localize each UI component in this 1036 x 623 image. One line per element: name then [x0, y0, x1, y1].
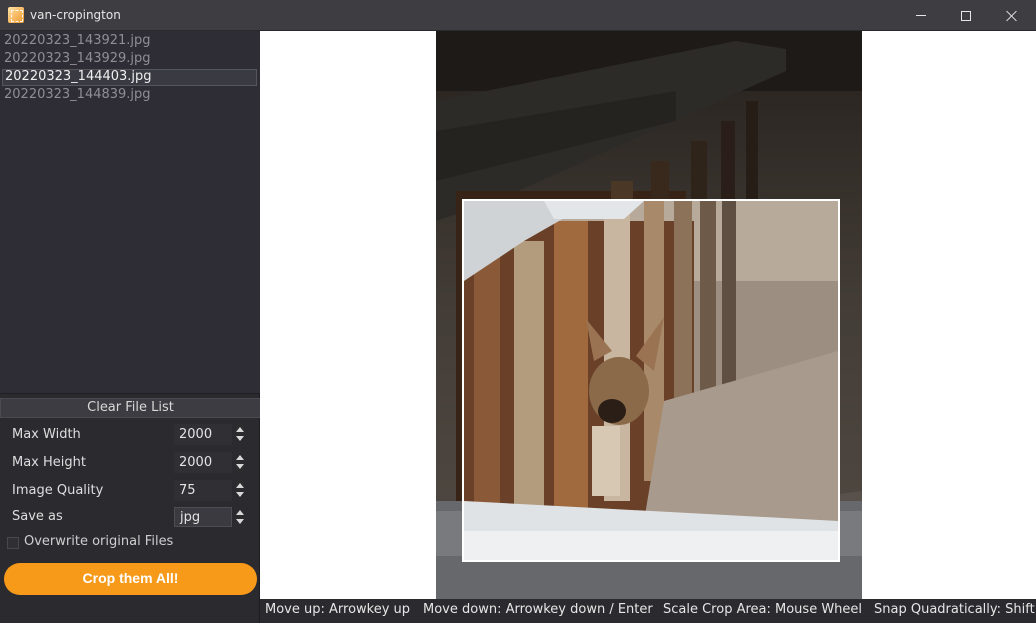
close-button[interactable] [989, 0, 1035, 31]
spin-down-icon[interactable] [236, 436, 244, 441]
hint-move-up: Move up: Arrowkey up [265, 602, 411, 617]
hint-scale-crop: Scale Crop Area: Mouse Wheel [663, 602, 863, 617]
spin-down-icon[interactable] [236, 492, 244, 497]
max-width-stepper[interactable] [234, 424, 246, 445]
crop-all-button[interactable]: Crop them All! [4, 563, 257, 595]
crop-area-illustration [464, 201, 838, 560]
title-bar: van-cropington [0, 0, 1036, 31]
max-height-input[interactable]: 2000 [174, 452, 232, 473]
overwrite-checkbox[interactable] [7, 537, 19, 549]
spin-up-icon[interactable] [236, 455, 244, 460]
image-canvas[interactable] [260, 31, 1036, 599]
file-list-item[interactable]: 20220323_144839.jpg [2, 87, 257, 104]
image-quality-stepper[interactable] [234, 480, 246, 501]
minimize-icon [916, 15, 926, 16]
image-quality-label: Image Quality [12, 483, 104, 498]
save-as-dropdown-arrows[interactable] [234, 507, 246, 528]
max-height-label: Max Height [12, 455, 86, 470]
image-quality-input[interactable]: 75 [174, 480, 232, 501]
chevron-down-icon [236, 519, 244, 524]
max-width-input[interactable]: 2000 [174, 424, 232, 445]
hint-snap: Snap Quadratically: Shift [874, 602, 1035, 617]
overwrite-label[interactable]: Overwrite original Files [24, 534, 173, 549]
file-list[interactable]: 20220323_143921.jpg 20220323_143929.jpg … [0, 31, 260, 394]
minimize-button[interactable] [898, 0, 944, 31]
save-as-select[interactable]: jpg [174, 507, 232, 527]
file-list-item[interactable]: 20220323_143929.jpg [2, 51, 257, 68]
hint-move-down: Move down: Arrowkey down / Enter [423, 602, 653, 617]
file-list-item-selected[interactable]: 20220323_144403.jpg [2, 69, 257, 86]
save-as-label: Save as [12, 509, 63, 524]
file-list-item[interactable]: 20220323_143921.jpg [2, 33, 257, 50]
window-title: van-cropington [30, 8, 121, 22]
clear-file-list-button[interactable]: Clear File List [0, 398, 261, 418]
crop-area[interactable] [462, 199, 840, 562]
status-bar: Move up: Arrowkey up Move down: Arrowkey… [260, 599, 1036, 623]
max-width-label: Max Width [12, 427, 81, 442]
close-icon [1006, 10, 1018, 22]
spin-up-icon[interactable] [236, 427, 244, 432]
chevron-up-icon [236, 510, 244, 515]
spin-up-icon[interactable] [236, 483, 244, 488]
maximize-icon [961, 10, 971, 21]
left-panel: 20220323_143921.jpg 20220323_143929.jpg … [0, 31, 261, 623]
maximize-button[interactable] [943, 0, 989, 31]
max-height-stepper[interactable] [234, 452, 246, 473]
app-crop-icon [8, 7, 24, 23]
spin-down-icon[interactable] [236, 464, 244, 469]
